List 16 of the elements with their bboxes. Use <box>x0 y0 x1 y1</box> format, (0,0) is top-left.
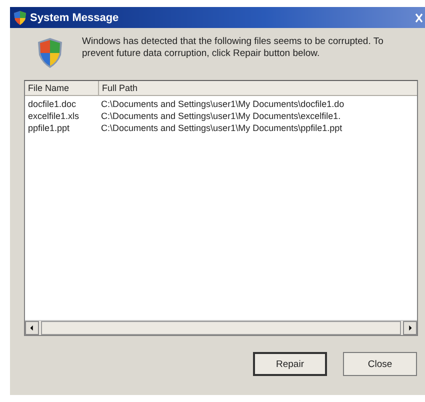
shield-icon <box>38 38 62 68</box>
table-cell-text: excelfile1.xls <box>27 110 80 122</box>
table-cell-text: C:\Documents and Settings\user1\My Documents\docfile1.do <box>100 98 344 110</box>
table-cell-text: ppfile1.ppt <box>27 122 71 134</box>
column-header[interactable]: File Name <box>25 81 99 95</box>
repair-button[interactable]: Repair <box>253 352 327 376</box>
window-title: System Message <box>30 12 119 24</box>
horizontal-scrollbar[interactable] <box>25 320 417 335</box>
shield-icon <box>14 10 26 24</box>
table-cell-text: C:\Documents and Settings\user1\My Documents\excelfile1. <box>100 110 341 122</box>
close-icon[interactable] <box>415 12 423 22</box>
table-cell-text: C:\Documents and Settings\user1\My Documents\ppfile1.ppt <box>100 122 342 134</box>
close-button[interactable]: Close <box>343 352 417 376</box>
column-header[interactable]: Full Path <box>99 81 417 95</box>
table-cell-text: docfile1.doc <box>27 98 78 110</box>
message-text: Windows has detected that the following files seems to be corrupted. To prevent future data corruption, click Repair button below. <box>82 36 384 60</box>
